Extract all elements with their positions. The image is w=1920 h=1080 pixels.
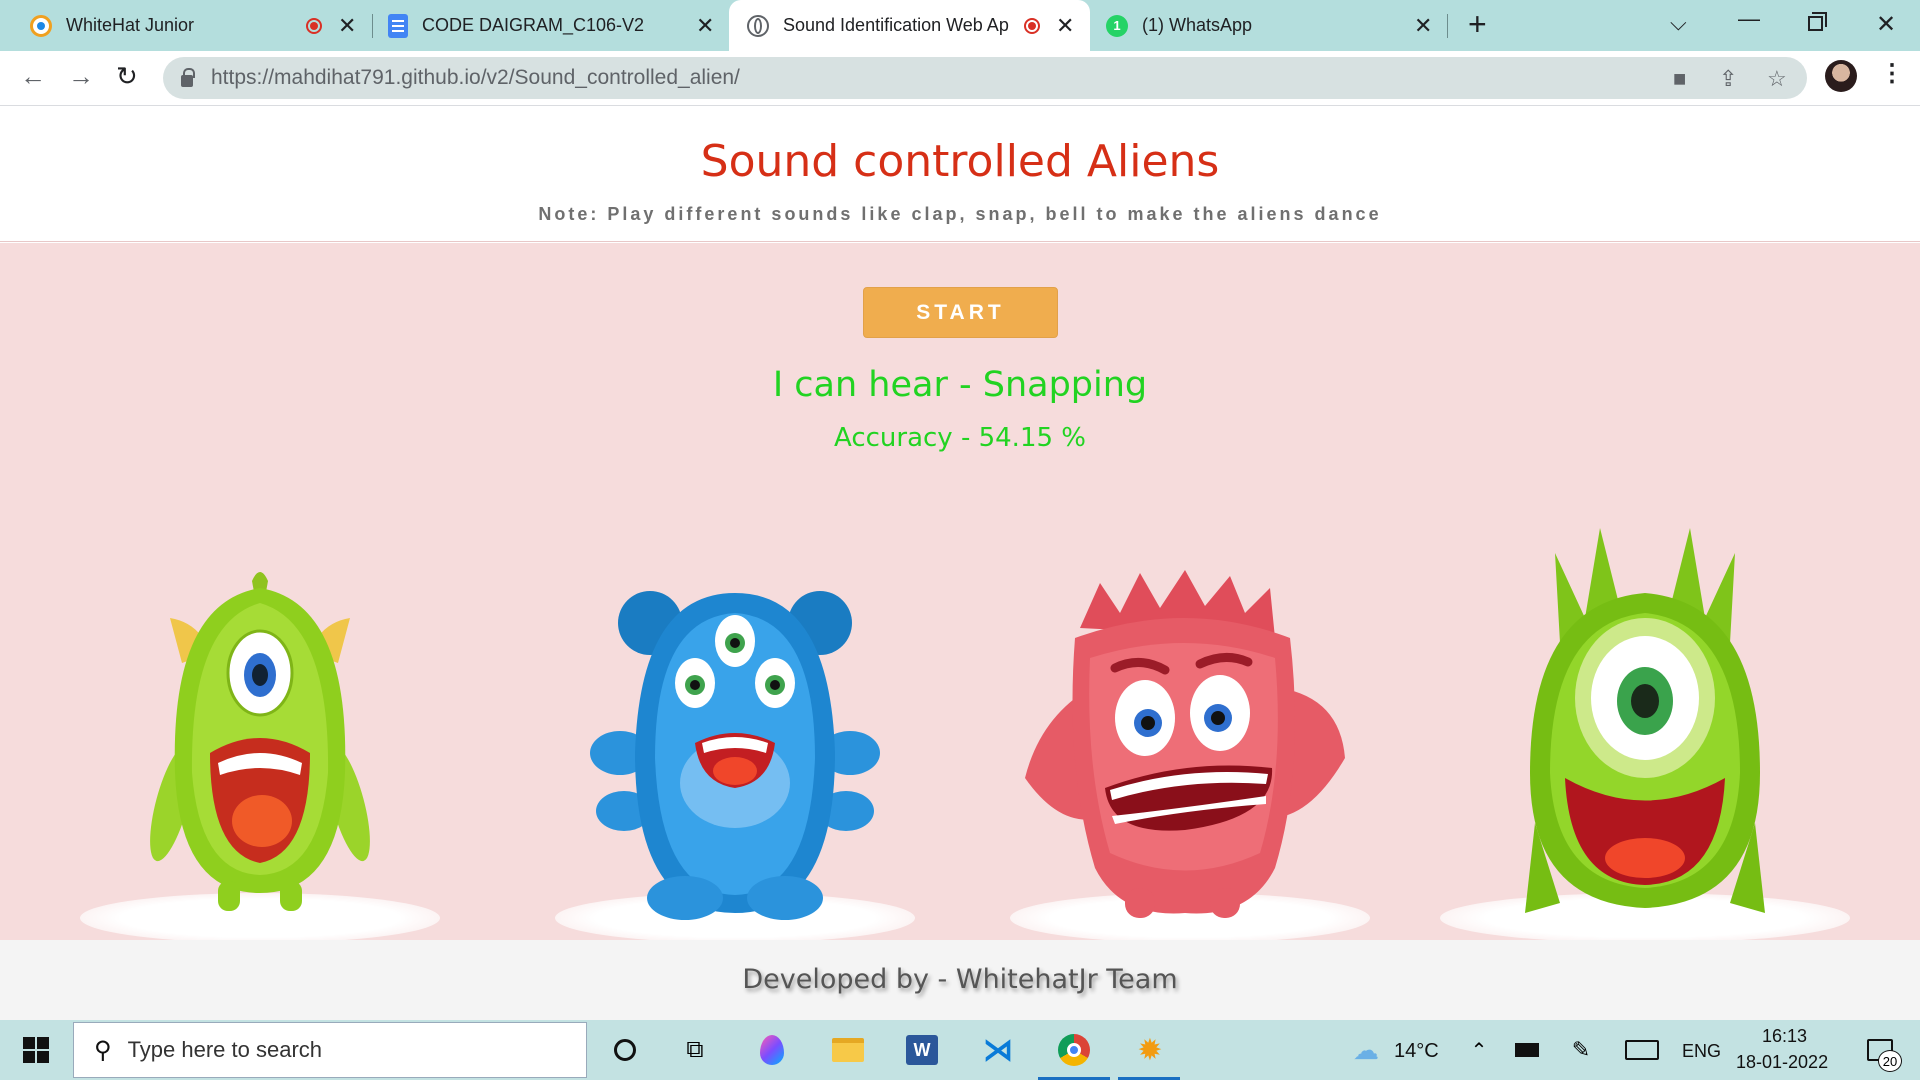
close-tab-icon[interactable]: ✕ — [696, 14, 714, 37]
browser-menu-icon[interactable]: ⋮ — [1880, 59, 1904, 88]
recording-icon — [1024, 17, 1040, 34]
close-window-icon[interactable]: ✕ — [1876, 10, 1896, 39]
whitehat-icon — [30, 14, 52, 37]
close-tab-icon[interactable]: ✕ — [1056, 14, 1074, 37]
close-tab-icon[interactable]: ✕ — [338, 14, 356, 37]
url-text[interactable]: https://mahdihat791.github.io/v2/Sound_c… — [211, 66, 740, 90]
new-tab-plus-icon[interactable]: + — [1468, 8, 1487, 40]
weather-cloud-icon[interactable]: ☁ — [1348, 1020, 1384, 1080]
cortana-icon[interactable] — [605, 1020, 645, 1080]
tab-code-diagram[interactable]: CODE DAIGRAM_C106-V2 ✕ — [358, 0, 728, 51]
task-view-icon[interactable]: ⧉ — [675, 1020, 715, 1080]
temperature-label[interactable]: 14°C — [1394, 1040, 1439, 1063]
lock-icon[interactable] — [181, 68, 195, 87]
tab-bar: WhiteHat Junior ✕ CODE DAIGRAM_C106-V2 ✕… — [0, 0, 1920, 51]
close-tab-icon[interactable]: ✕ — [1414, 14, 1432, 37]
pen-icon[interactable]: ✎ — [1566, 1020, 1596, 1080]
alien-3-image — [1025, 570, 1345, 918]
alien-4-image — [1525, 528, 1765, 913]
file-explorer-icon[interactable] — [828, 1020, 868, 1080]
browser-toolbar: ← → ↻ https://mahdihat791.github.io/v2/S… — [0, 51, 1920, 106]
profile-avatar[interactable] — [1825, 60, 1857, 92]
language-indicator[interactable]: ENG — [1682, 1041, 1721, 1062]
tab-whitehat[interactable]: WhiteHat Junior ✕ — [0, 0, 368, 51]
detected-sound-label: I can hear - Snapping — [772, 365, 1148, 405]
minimize-icon[interactable]: — — [1738, 6, 1760, 32]
windows-taskbar: ⚲ Type here to search ⧉ W ⋊ ✹ ☁ 14°C ⌃ ✎… — [0, 1020, 1920, 1080]
paint-app-icon[interactable] — [752, 1020, 792, 1080]
restore-icon[interactable] — [1808, 16, 1823, 31]
taskbar-search-box[interactable]: ⚲ Type here to search — [73, 1022, 587, 1078]
share-icon[interactable]: ⇪ — [1719, 66, 1737, 92]
notifications-icon[interactable]: 20 — [1858, 1020, 1902, 1080]
whatsapp-icon: 1 — [1106, 14, 1128, 37]
tab-title: WhiteHat Junior — [66, 15, 195, 35]
recording-icon — [306, 17, 322, 34]
page-note: Note: Play different sounds like clap, s… — [538, 204, 1382, 224]
windows-start-icon[interactable] — [18, 1020, 54, 1080]
notification-count: 20 — [1878, 1050, 1902, 1072]
page-header: Sound controlled Aliens Note: Play diffe… — [0, 106, 1920, 242]
vscode-icon[interactable]: ⋊ — [978, 1020, 1018, 1080]
clock-date[interactable]: 18-01-2022 — [1736, 1052, 1828, 1073]
globe-icon — [747, 14, 769, 37]
clock-time[interactable]: 16:13 — [1762, 1026, 1807, 1047]
forward-arrow-icon[interactable]: → — [68, 63, 94, 89]
alien-stage: START I can hear - Snapping Accuracy - 5… — [0, 243, 1920, 943]
bookmark-star-icon[interactable]: ☆ — [1767, 66, 1787, 92]
google-docs-icon — [388, 13, 408, 38]
accuracy-label: Accuracy - 54.15 % — [833, 423, 1086, 453]
search-icon: ⚲ — [94, 1036, 112, 1064]
tab-whatsapp[interactable]: 1 (1) WhatsApp ✕ — [1090, 0, 1450, 51]
alien-2-image — [590, 591, 880, 920]
back-arrow-icon[interactable]: ← — [20, 63, 46, 89]
camera-icon[interactable]: ■ — [1673, 66, 1686, 92]
chrome-app-icon[interactable] — [1052, 1020, 1096, 1080]
page-footer: Developed by - WhitehatJr Team — [0, 940, 1920, 1020]
reload-icon[interactable]: ↻ — [116, 63, 138, 89]
address-bar[interactable]: https://mahdihat791.github.io/v2/Sound_c… — [163, 57, 1807, 99]
tab-title: (1) WhatsApp — [1142, 15, 1253, 35]
settings-app-icon[interactable]: ✹ — [1130, 1020, 1170, 1080]
tab-title: CODE DAIGRAM_C106-V2 — [422, 15, 645, 35]
battery-icon[interactable] — [1512, 1020, 1542, 1080]
word-app-icon[interactable]: W — [902, 1020, 942, 1080]
footer-credit: Developed by - WhitehatJr Team — [742, 964, 1178, 995]
tab-search-chevron-icon[interactable]: ⌵ — [1670, 10, 1687, 36]
start-button[interactable]: START — [863, 287, 1058, 338]
show-hidden-icons-chevron-icon[interactable]: ⌃ — [1466, 1020, 1492, 1080]
touch-keyboard-icon[interactable] — [1622, 1020, 1662, 1080]
tab-title: Sound Identification Web Ap — [783, 15, 1009, 35]
alien-1-image — [150, 572, 370, 911]
search-placeholder: Type here to search — [127, 1037, 323, 1062]
page-title: Sound controlled Aliens — [700, 136, 1220, 187]
tab-sound-identification[interactable]: Sound Identification Web Ap ✕ — [729, 0, 1090, 51]
